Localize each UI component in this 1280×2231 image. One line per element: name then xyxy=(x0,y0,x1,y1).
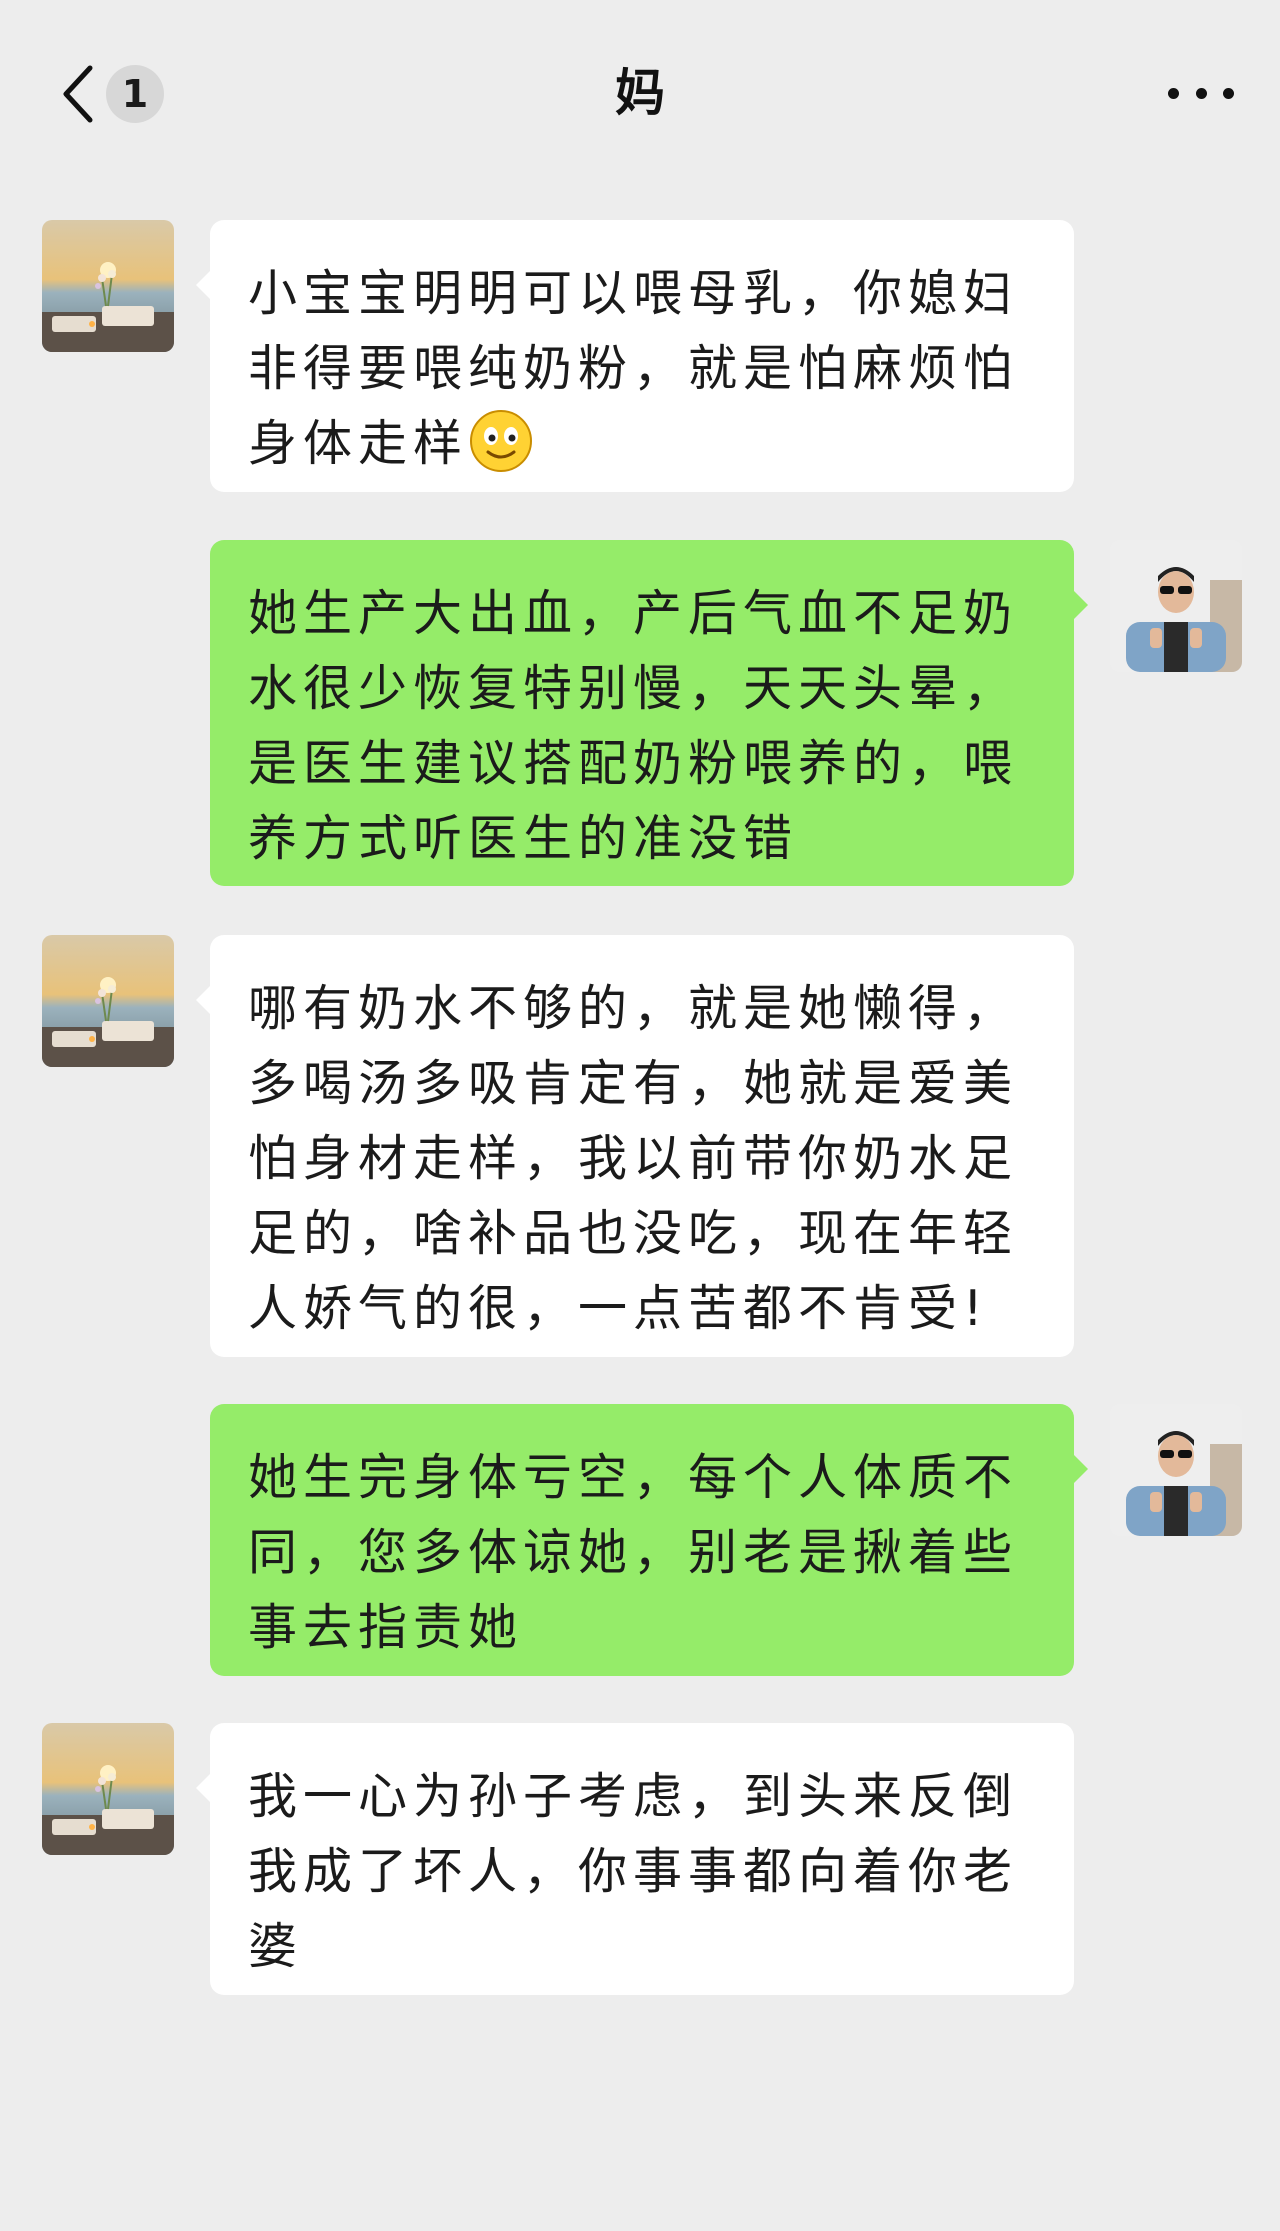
contact-avatar[interactable] xyxy=(42,935,174,1067)
chat-header: 1 妈 xyxy=(0,0,1280,190)
contact-avatar[interactable] xyxy=(42,1723,174,1855)
more-dots-icon xyxy=(1168,87,1179,99)
message-text: 她生产大出血，产后气血不足奶水很少恢复特别慢，天天头晕，是医生建议搭配奶粉喂养的… xyxy=(248,585,1019,867)
message-text: 她生完身体亏空，每个人体质不同，您多体谅她，别老是揪着些事去指责她 xyxy=(248,1449,1019,1656)
message-bubble-incoming[interactable]: 哪有奶水不够的，就是她懒得，多喝汤多吸肯定有，她就是爱美怕身材走样，我以前带你奶… xyxy=(196,935,1074,1357)
message-text: 小宝宝明明可以喂母乳，你媳妇非得要喂纯奶粉，就是怕麻烦怕身体走样 xyxy=(248,265,1019,472)
more-options-button[interactable] xyxy=(1168,68,1234,118)
message-text: 哪有奶水不够的，就是她懒得，多喝汤多吸肯定有，她就是爱美怕身材走样，我以前带你奶… xyxy=(248,980,1019,1337)
message-bubble-incoming[interactable]: 小宝宝明明可以喂母乳，你媳妇非得要喂纯奶粉，就是怕麻烦怕身体走样 xyxy=(196,220,1074,492)
contact-avatar[interactable] xyxy=(42,220,174,352)
message-bubble-outgoing[interactable]: 她生产大出血，产后气血不足奶水很少恢复特别慢，天天头晕，是医生建议搭配奶粉喂养的… xyxy=(210,540,1088,886)
message-text: 我一心为孙子考虑，到头来反倒我成了坏人，你事事都向着你老婆 xyxy=(248,1768,1019,1975)
smiley-icon xyxy=(468,408,534,474)
message-bubble-outgoing[interactable]: 她生完身体亏空，每个人体质不同，您多体谅她，别老是揪着些事去指责她 xyxy=(210,1404,1088,1676)
my-avatar[interactable] xyxy=(1110,1404,1242,1536)
chat-title: 妈 xyxy=(615,64,665,122)
my-avatar[interactable] xyxy=(1110,540,1242,672)
message-bubble-incoming[interactable]: 我一心为孙子考虑，到头来反倒我成了坏人，你事事都向着你老婆 xyxy=(196,1723,1074,1995)
